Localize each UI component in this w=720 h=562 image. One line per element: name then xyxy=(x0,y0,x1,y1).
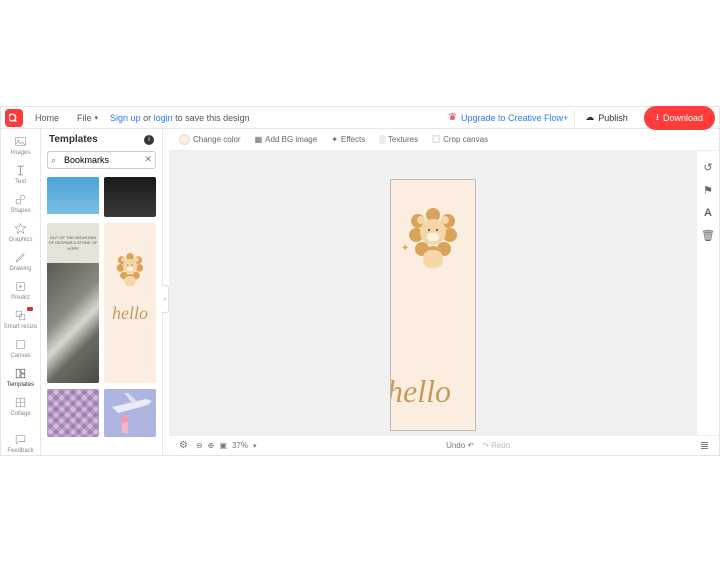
text-icon xyxy=(14,164,27,177)
predict-icon xyxy=(14,280,27,293)
change-color-button[interactable]: Change color xyxy=(179,134,241,145)
lion-graphic[interactable]: ✦ xyxy=(409,208,457,260)
cloud-icon: ☁ xyxy=(585,112,594,123)
sparkle-icon: ✦ xyxy=(331,135,338,144)
undo-icon[interactable]: ↺ xyxy=(703,161,712,174)
thumb-caption: OUT OF THE MOUNTAIN OF DESPAIR A STONE O… xyxy=(47,235,99,251)
crop-button[interactable]: ⿴Crop canvas xyxy=(432,134,488,145)
search-icon: ⌕ xyxy=(51,155,56,166)
save-prompt: Sign up or login to save this design xyxy=(110,113,250,123)
panel-title: Templates xyxy=(49,134,98,145)
statusbar: ⚙ ⊖ ⊕ ▣ 37% ▾ Undo ↶ ↷ Redo ≣ xyxy=(169,435,719,455)
right-tools: ↺ ⚑ A 🗑 xyxy=(697,151,719,435)
canvas-icon xyxy=(14,338,27,351)
graphics-icon xyxy=(14,222,27,235)
search-input[interactable] xyxy=(47,151,156,169)
trash-icon[interactable]: 🗑 xyxy=(701,229,715,242)
rail-images[interactable]: Images xyxy=(11,135,31,156)
templates-panel: Templates i ⌕ ✕ OUT OF THE MOUNTAIN OF D… xyxy=(41,129,163,455)
template-thumb[interactable] xyxy=(104,389,156,437)
login-link[interactable]: login xyxy=(154,113,173,123)
home-button[interactable]: Home xyxy=(29,110,65,126)
download-label: Download xyxy=(663,113,703,123)
template-grid: OUT OF THE MOUNTAIN OF DESPAIR A STONE O… xyxy=(41,173,162,455)
template-thumb[interactable] xyxy=(104,177,156,217)
template-thumb[interactable] xyxy=(47,389,99,437)
color-swatch-icon xyxy=(179,134,190,145)
add-bg-button[interactable]: ▦Add BG image xyxy=(255,135,318,144)
publish-button[interactable]: ☁ Publish xyxy=(574,108,638,127)
upgrade-link[interactable]: ♛ Upgrade to Creative Flow+ xyxy=(448,112,568,123)
file-menu[interactable]: File ▾ xyxy=(71,110,104,126)
chevron-down-icon: ▾ xyxy=(95,114,99,122)
logo-icon xyxy=(9,112,20,123)
lion-graphic xyxy=(117,253,143,282)
gear-icon[interactable]: ⚙ xyxy=(179,440,188,451)
upgrade-label: Upgrade to Creative Flow+ xyxy=(461,113,568,123)
rail-smart-resize[interactable]: Smart resize xyxy=(4,309,38,330)
main-area: Images Text Shapes Graphics Drawing Pred… xyxy=(1,129,719,455)
app-root: Home File ▾ Sign up or login to save thi… xyxy=(0,106,720,456)
rail-templates[interactable]: Templates xyxy=(7,367,34,388)
canvas-toolbar: Change color ▦Add BG image ✦Effects ░Tex… xyxy=(169,129,719,151)
fit-icon[interactable]: ▣ xyxy=(219,441,227,450)
publish-label: Publish xyxy=(598,113,628,123)
layers-icon[interactable]: ≣ xyxy=(700,439,709,452)
signup-link[interactable]: Sign up xyxy=(110,113,141,123)
chevron-down-icon[interactable]: ▾ xyxy=(253,442,257,450)
design-canvas[interactable]: ✦ hello xyxy=(390,179,476,431)
flag-icon[interactable]: ⚑ xyxy=(703,184,713,197)
rail-canvas[interactable]: Canvas xyxy=(10,338,30,359)
panel-header: Templates i xyxy=(41,129,162,147)
pencil-icon xyxy=(14,251,27,264)
clear-icon[interactable]: ✕ xyxy=(144,154,152,165)
zoom-out-button[interactable]: ⊖ xyxy=(196,441,203,450)
canvas-area[interactable]: ✦ hello xyxy=(169,151,697,435)
rail-collage[interactable]: Collage xyxy=(10,396,30,417)
image-icon xyxy=(14,135,27,148)
rail-feedback[interactable]: Feedback xyxy=(7,433,33,454)
download-button[interactable]: ⭳ Download xyxy=(644,106,715,130)
thumb-hello: hello xyxy=(112,303,148,324)
workspace: Change color ▦Add BG image ✦Effects ░Tex… xyxy=(169,129,719,455)
rail-drawing[interactable]: Drawing xyxy=(9,251,31,272)
info-icon[interactable]: i xyxy=(144,135,154,145)
shapes-icon xyxy=(14,193,27,206)
rail-graphics[interactable]: Graphics xyxy=(8,222,32,243)
chat-icon xyxy=(14,433,27,446)
rail-shapes[interactable]: Shapes xyxy=(10,193,30,214)
rail-predict[interactable]: Predict xyxy=(11,280,30,301)
plane-graphic xyxy=(104,389,156,437)
contrast-icon[interactable]: A xyxy=(704,207,712,219)
badge-icon xyxy=(27,307,33,311)
collapse-panel-button[interactable]: ‹ xyxy=(162,285,169,313)
crown-icon: ♛ xyxy=(448,112,457,123)
texture-icon: ░ xyxy=(379,135,385,144)
resize-icon xyxy=(14,309,27,322)
collage-icon xyxy=(14,396,27,409)
crop-icon: ⿴ xyxy=(432,134,440,145)
zoom-controls: ⊖ ⊕ ▣ 37% ▾ xyxy=(196,441,257,450)
rail-text[interactable]: Text xyxy=(14,164,27,185)
zoom-value: 37% xyxy=(232,441,248,450)
topbar: Home File ▾ Sign up or login to save thi… xyxy=(1,107,719,129)
template-thumb[interactable]: OUT OF THE MOUNTAIN OF DESPAIR A STONE O… xyxy=(47,223,99,383)
app-logo[interactable] xyxy=(5,109,23,127)
templates-icon xyxy=(14,367,27,380)
zoom-in-button[interactable]: ⊕ xyxy=(208,441,215,450)
template-thumb[interactable]: hello xyxy=(104,223,156,383)
template-thumb[interactable] xyxy=(47,177,99,217)
image-icon: ▦ xyxy=(255,135,263,144)
file-label: File xyxy=(77,113,92,123)
effects-button[interactable]: ✦Effects xyxy=(331,135,365,144)
redo-button[interactable]: ↷ Redo xyxy=(482,441,510,450)
undo-button[interactable]: Undo ↶ xyxy=(446,441,474,450)
download-icon: ⭳ xyxy=(656,110,659,126)
search-wrap: ⌕ ✕ xyxy=(47,151,156,169)
textures-button[interactable]: ░Textures xyxy=(379,135,418,144)
hello-text[interactable]: hello xyxy=(390,373,451,410)
left-rail: Images Text Shapes Graphics Drawing Pred… xyxy=(1,129,41,455)
